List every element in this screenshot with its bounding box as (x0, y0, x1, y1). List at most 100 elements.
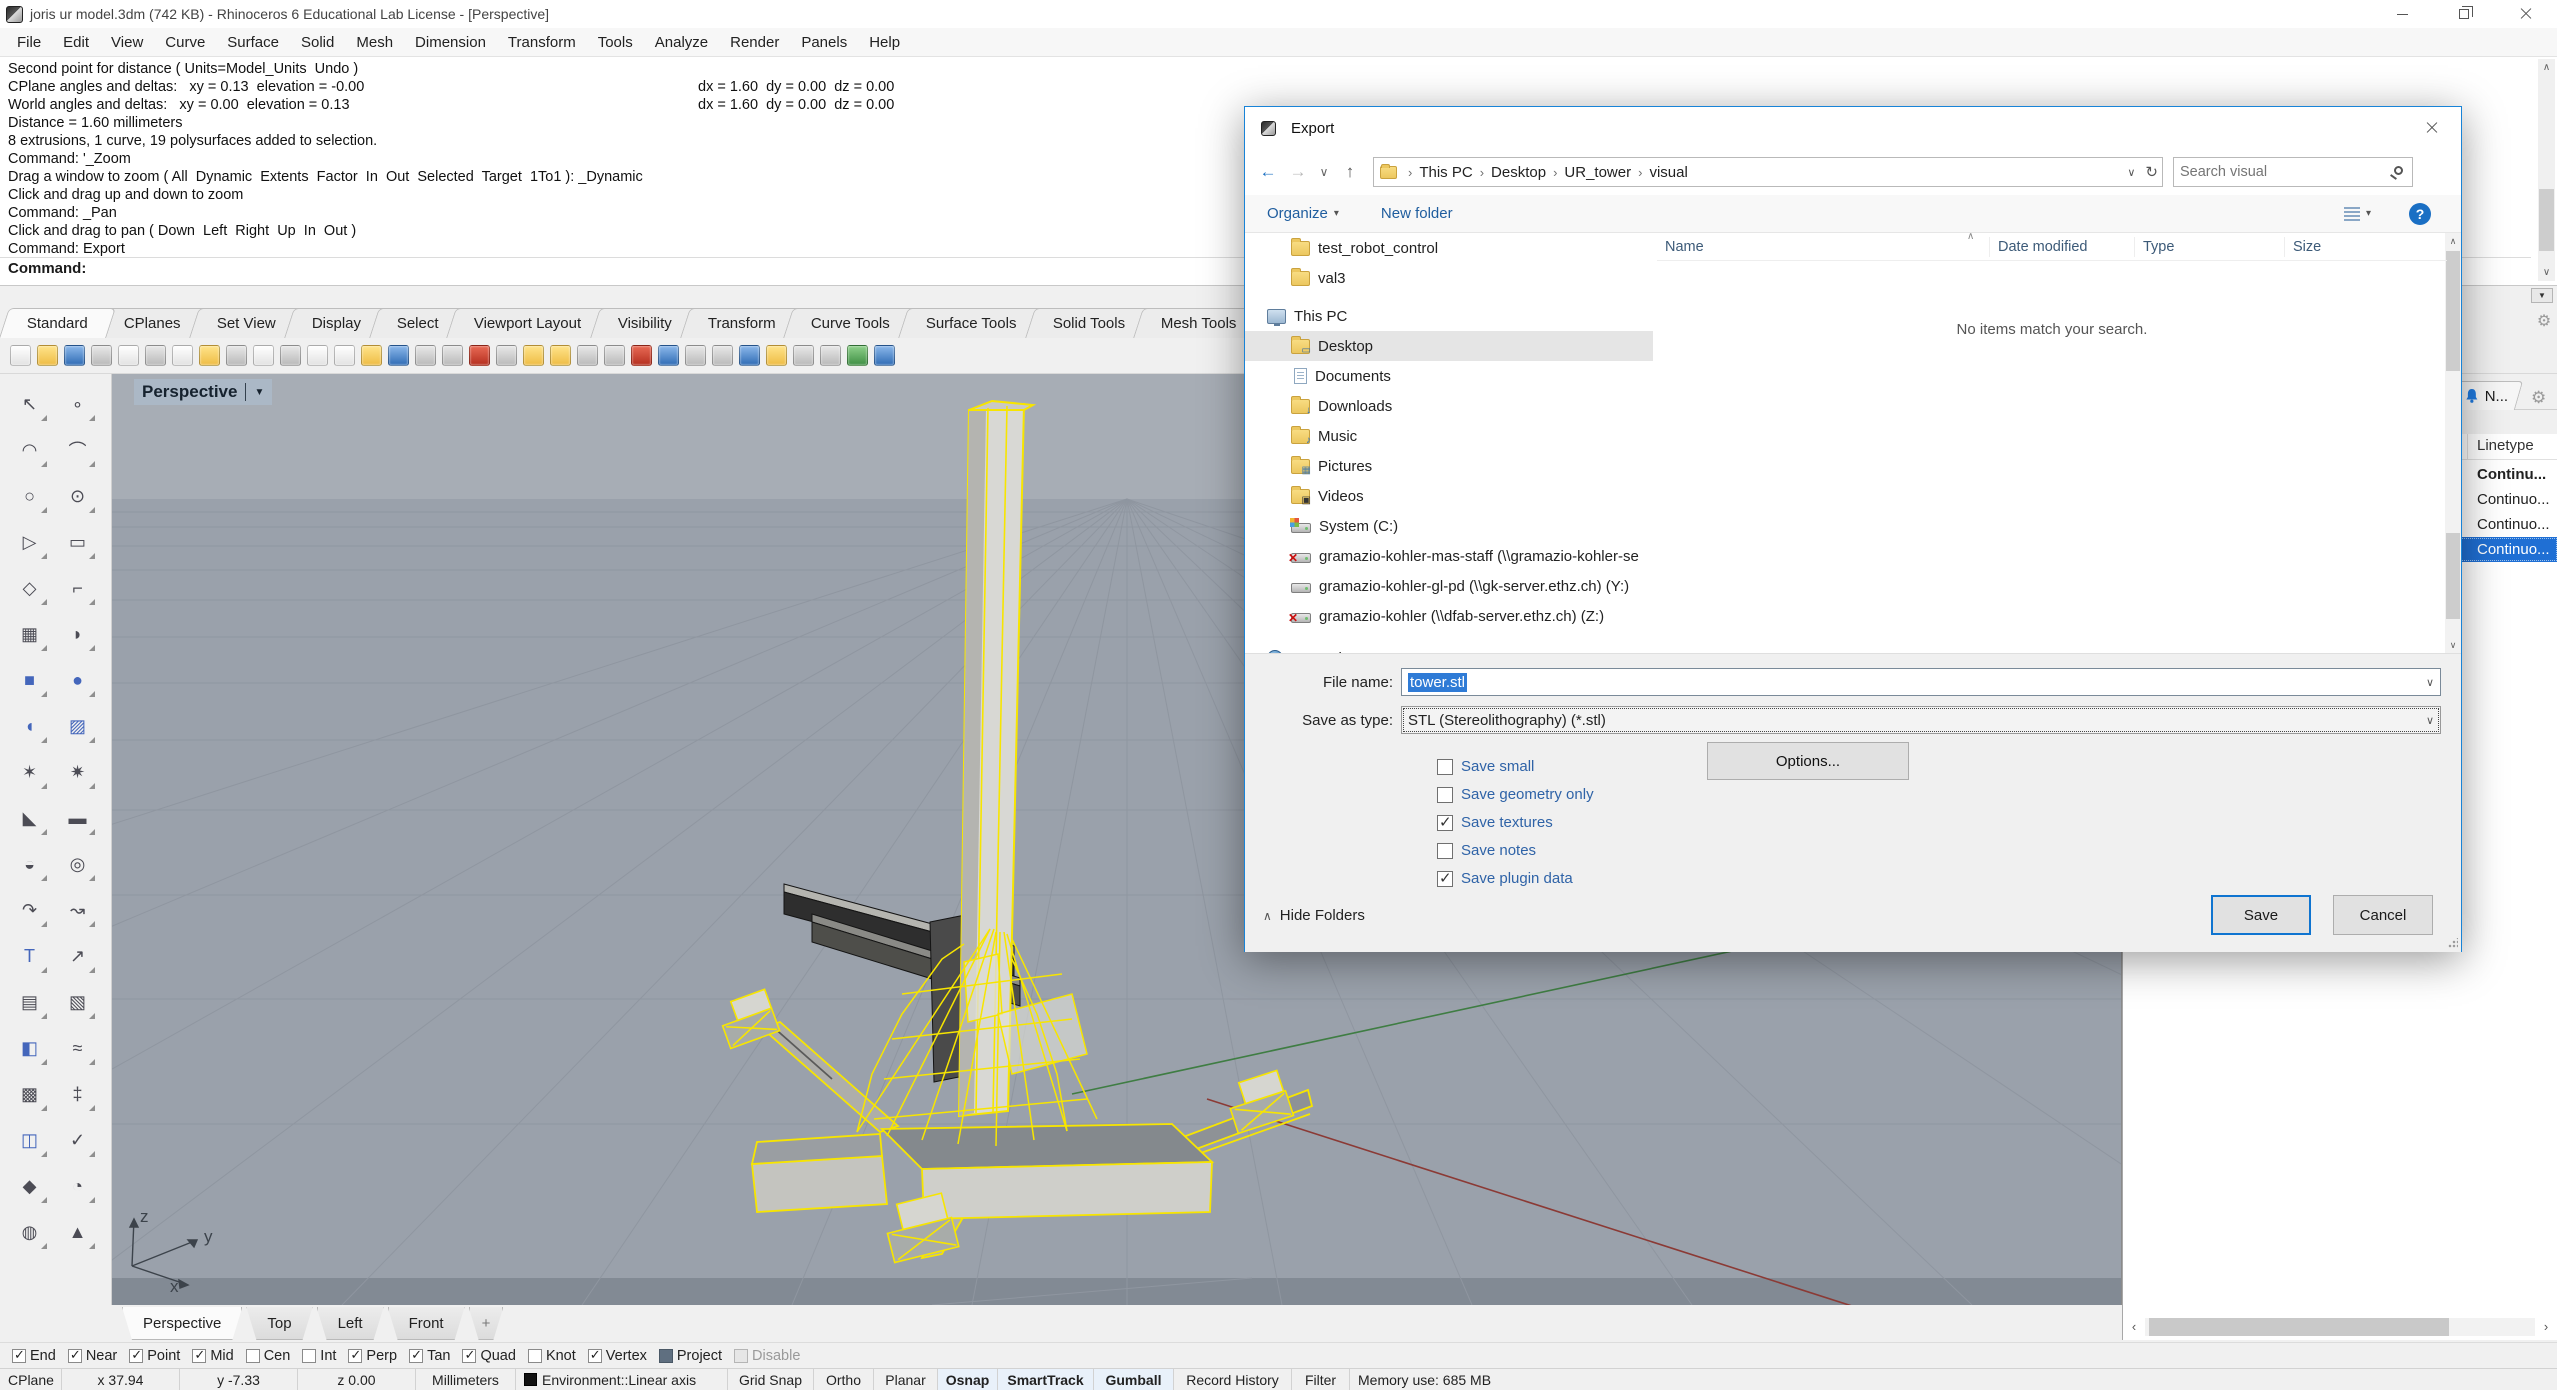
tree-item-network-drive-z[interactable]: gramazio-kohler (\\dfab-server.ethz.ch) … (1245, 601, 1653, 631)
menu-view[interactable]: View (100, 30, 154, 55)
tree-item-this-pc[interactable]: This PC (1245, 301, 1653, 331)
scrollbar-track[interactable] (2145, 1318, 2535, 1336)
checkbox[interactable] (348, 1349, 362, 1363)
tree-item-videos[interactable]: ▣Videos (1245, 481, 1653, 511)
minimize-button[interactable] (2371, 0, 2433, 28)
copy-icon[interactable] (172, 345, 193, 366)
gumball-icon[interactable] (820, 345, 841, 366)
viewport-menu-chevron-icon[interactable]: ▼ (254, 387, 264, 398)
analyze-surface-icon[interactable]: ◔ (58, 1166, 98, 1206)
checkbox[interactable] (462, 1349, 476, 1363)
toolbar-tab-viewport-layout[interactable]: Viewport Layout (447, 308, 610, 338)
paste-icon[interactable] (199, 345, 220, 366)
scroll-down-icon[interactable]: ∨ (2445, 637, 2461, 653)
recent-locations-chevron-icon[interactable]: ∨ (1313, 165, 1335, 179)
toolbar-tab-standard[interactable]: Standard (0, 308, 116, 338)
breadcrumb[interactable]: › This PC › Desktop › UR_tower › visual … (1373, 157, 2163, 187)
menu-help[interactable]: Help (858, 30, 911, 55)
scrollbar-thumb[interactable] (2446, 533, 2460, 619)
restore-button[interactable] (2433, 0, 2495, 28)
chevron-down-icon[interactable]: ∨ (2426, 676, 2434, 689)
save-as-type-select[interactable]: STL (Stereolithography) (*.stl) ∨ (1401, 706, 2441, 734)
help-icon[interactable] (874, 345, 895, 366)
polyline-icon[interactable]: ▷ (10, 522, 50, 562)
split-icon[interactable]: ▬ (58, 798, 98, 838)
status-layer[interactable]: Environment::Linear axis (516, 1369, 728, 1390)
leader-icon[interactable]: ↗ (58, 936, 98, 976)
tree-item-network-drive-y[interactable]: gramazio-kohler-gl-pd (\\gk-server.ethz.… (1245, 571, 1653, 601)
zoom-extents-icon[interactable] (388, 345, 409, 366)
hatch-icon[interactable]: ≈ (58, 1028, 98, 1068)
panel-gear-icon[interactable]: ⚙ (2534, 312, 2554, 332)
status-osnap[interactable]: Osnap (938, 1369, 998, 1390)
block-icon[interactable]: ◧ (10, 1028, 50, 1068)
flag-icon[interactable] (766, 345, 787, 366)
tree-scrollbar[interactable]: ∧ ∨ (2445, 233, 2461, 653)
organize-button[interactable]: Organize▾ (1267, 205, 1339, 222)
checkbox[interactable] (246, 1349, 260, 1363)
zoom-selected-icon[interactable] (361, 345, 382, 366)
checkbox[interactable] (409, 1349, 423, 1363)
osnap-tan[interactable]: Tan (409, 1348, 450, 1364)
breadcrumb-desktop[interactable]: Desktop (1491, 164, 1546, 181)
column-size[interactable]: Size (2285, 237, 2425, 257)
close-button[interactable] (2495, 0, 2557, 28)
osnap-point[interactable]: Point (129, 1348, 180, 1364)
menu-file[interactable]: File (6, 30, 52, 55)
box-icon[interactable]: ■ (10, 660, 50, 700)
tree-item-network-drive-x[interactable]: gramazio-kohler-mas-staff (\\gramazio-ko… (1245, 541, 1653, 571)
dialog-close-button[interactable] (2403, 107, 2461, 149)
osnap-project[interactable]: Project (659, 1348, 722, 1364)
unroll-icon[interactable]: ◍ (10, 1212, 50, 1252)
new-file-icon[interactable] (10, 345, 31, 366)
checkbox[interactable] (68, 1349, 82, 1363)
menu-edit[interactable]: Edit (52, 30, 100, 55)
menu-surface[interactable]: Surface (216, 30, 290, 55)
rotate-view-icon[interactable] (280, 345, 301, 366)
status-planar[interactable]: Planar (874, 1369, 938, 1390)
column-type[interactable]: Type (2135, 237, 2285, 257)
chevron-down-icon[interactable]: ∨ (2426, 714, 2434, 727)
explode-icon[interactable]: ✶ (10, 752, 50, 792)
tree-item-documents[interactable]: Documents (1245, 361, 1653, 391)
circle-icon[interactable]: ○ (10, 476, 50, 516)
menu-render[interactable]: Render (719, 30, 790, 55)
scroll-left-icon[interactable]: ‹ (2125, 1318, 2143, 1336)
save-plugin-data-checkbox[interactable]: Save plugin data (1437, 870, 1573, 887)
cancel-button[interactable]: Cancel (2333, 895, 2433, 935)
cut-icon[interactable] (145, 345, 166, 366)
menu-transform[interactable]: Transform (497, 30, 587, 55)
toolbar-tab-curve-tools[interactable]: Curve Tools (784, 308, 919, 338)
blend-icon[interactable]: ↝ (58, 890, 98, 930)
viewport-title[interactable]: Perspective ▼ (134, 379, 272, 405)
open-file-icon[interactable] (37, 345, 58, 366)
breadcrumb-visual[interactable]: visual (1649, 164, 1687, 181)
status-units[interactable]: Millimeters (416, 1369, 516, 1390)
panel-settings-gear-icon[interactable]: ⚙ (2531, 388, 2546, 408)
lock-icon[interactable] (604, 345, 625, 366)
point-coords-icon[interactable] (523, 345, 544, 366)
save-notes-checkbox[interactable]: Save notes (1437, 842, 1536, 859)
tree-item-music[interactable]: ♪Music (1245, 421, 1653, 451)
menu-mesh[interactable]: Mesh (345, 30, 404, 55)
file-name-input[interactable]: tower.stl ∨ (1401, 668, 2441, 696)
viewport-tab-front[interactable]: Front (388, 1307, 465, 1340)
object-material-icon[interactable]: ◎ (58, 844, 98, 884)
save-icon[interactable] (64, 345, 85, 366)
command-autocomplete-dropdown[interactable]: ▼ (2531, 288, 2553, 303)
osnap-vertex[interactable]: Vertex (588, 1348, 647, 1364)
light-icon[interactable] (577, 345, 598, 366)
checkbox[interactable] (1437, 815, 1453, 831)
curve-freeform-icon[interactable]: ◠ (10, 430, 50, 470)
menu-panels[interactable]: Panels (790, 30, 858, 55)
surface-from-points-icon[interactable]: ▦ (10, 614, 50, 654)
rectangle-icon[interactable]: ▭ (58, 522, 98, 562)
breadcrumb-ur-tower[interactable]: UR_tower (1564, 164, 1631, 181)
checkbox[interactable] (528, 1349, 542, 1363)
hide-folders-button[interactable]: ∧ Hide Folders (1263, 907, 1365, 924)
forward-button[interactable]: → (1283, 162, 1313, 182)
checkbox[interactable] (734, 1349, 748, 1363)
distance-icon[interactable] (496, 345, 517, 366)
xray-view-icon[interactable] (739, 345, 760, 366)
lamp-icon[interactable] (550, 345, 571, 366)
